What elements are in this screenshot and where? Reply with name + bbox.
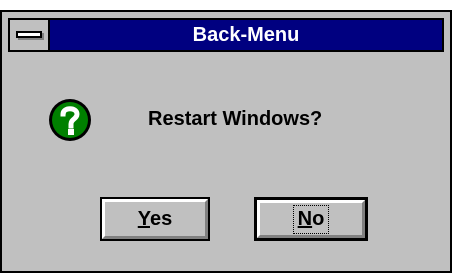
yes-label-rest: es bbox=[150, 207, 173, 230]
no-button-label: No bbox=[292, 204, 330, 234]
dialog-window: Back-Menu Restart Windows? Yes No bbox=[0, 10, 452, 273]
system-menu-button[interactable] bbox=[10, 20, 50, 50]
question-icon bbox=[49, 99, 91, 141]
window-title: Back-Menu bbox=[192, 24, 300, 46]
no-button[interactable]: No bbox=[254, 197, 368, 241]
yes-button-face: Yes bbox=[102, 199, 208, 239]
dialog-body: Restart Windows? Yes No bbox=[8, 52, 444, 265]
dialog-message: Restart Windows? bbox=[148, 108, 323, 130]
yes-button[interactable]: Yes bbox=[100, 197, 210, 241]
yes-button-label: Yes bbox=[138, 208, 173, 231]
system-menu-icon bbox=[16, 31, 42, 38]
title-bar[interactable]: Back-Menu bbox=[8, 18, 444, 52]
no-button-face: No bbox=[257, 200, 365, 238]
no-label-rest: o bbox=[312, 207, 325, 230]
no-mnemonic: N bbox=[297, 207, 313, 230]
yes-mnemonic: Y bbox=[137, 207, 150, 230]
